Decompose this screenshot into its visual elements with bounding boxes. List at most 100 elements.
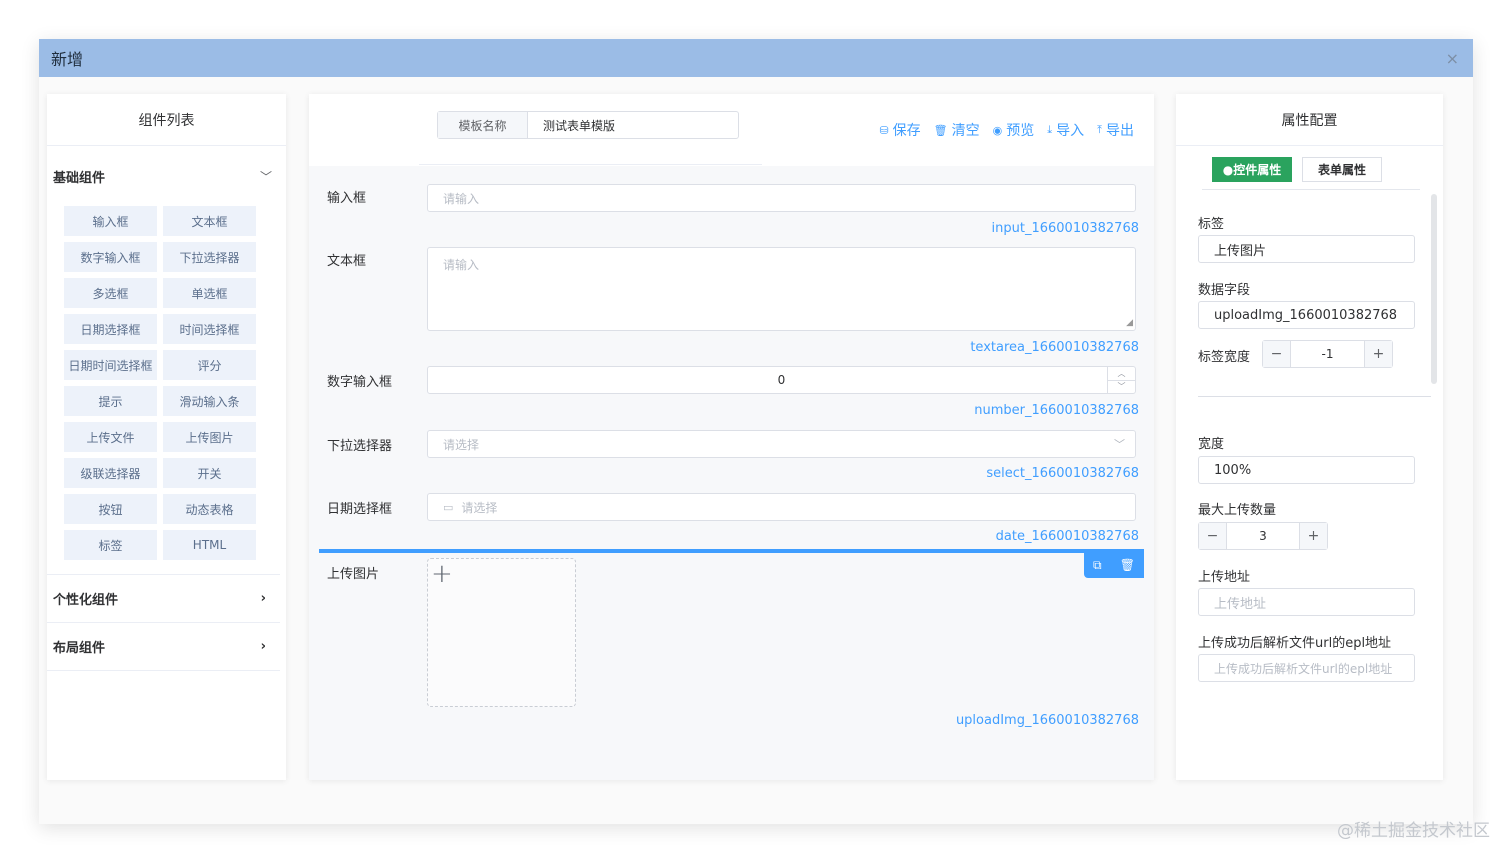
component-time[interactable]: 时间选择框 [163, 314, 256, 344]
field-id: number_1660010382768 [974, 403, 1139, 418]
component-dynamic-table[interactable]: 动态表格 [163, 494, 256, 524]
component-input[interactable]: 输入框 [64, 206, 157, 236]
number-value: 0 [777, 373, 786, 387]
component-slider[interactable]: 滑动输入条 [163, 386, 256, 416]
chevron-down-icon[interactable]: ﹀ [1108, 379, 1135, 394]
component-date[interactable]: 日期选择框 [64, 314, 157, 344]
component-textarea[interactable]: 文本框 [163, 206, 256, 236]
field-id: date_1660010382768 [995, 529, 1139, 544]
download-icon: ⤓ [1047, 123, 1053, 136]
label-prop-label: 标签 [1198, 217, 1225, 232]
trash-icon: 🗑 [933, 123, 948, 137]
parse-url-input[interactable]: 上传成功后解析文件url的epl地址 [1198, 654, 1415, 682]
component-cascader[interactable]: 级联选择器 [64, 458, 157, 488]
property-panel: 属性配置 ●控件属性 表单属性 标签 上传图片 数据字段 uploadImg_1… [1176, 94, 1443, 780]
component-upload-image[interactable]: 上传图片 [163, 422, 256, 452]
clear-label: 清空 [951, 123, 980, 139]
clear-button[interactable]: 🗑 清空 [934, 120, 980, 140]
calendar-icon: ▭ [443, 500, 454, 514]
upload-url-label: 上传地址 [1198, 570, 1251, 585]
plus-icon[interactable]: + [1364, 341, 1392, 367]
chevron-down-icon: ﹀ [259, 169, 272, 184]
component-select[interactable]: 下拉选择器 [163, 242, 256, 272]
upload-url-input[interactable]: 上传地址 [1198, 588, 1415, 616]
export-label: 导出 [1106, 123, 1134, 139]
template-name-label: 模板名称 [438, 112, 528, 138]
input-field[interactable]: 请输入 [427, 184, 1136, 212]
property-panel-title: 属性配置 [1176, 94, 1443, 146]
property-tabs: ●控件属性 表单属性 [1202, 154, 1420, 190]
component-list-panel: 组件列表 基础组件 ﹀ 输入框 文本框 数字输入框 下拉选择器 多选框 单选框 … [47, 94, 286, 780]
component-switch[interactable]: 开关 [163, 458, 256, 488]
form-canvas-panel: 模板名称 测试表单模版 ⛁ 保存 🗑 清空 ◉ 预览 ⤓ 导入 ⤒ 导出 输入框 请输入 … [309, 94, 1154, 780]
field-id: uploadImg_1660010382768 [955, 713, 1139, 728]
watermark: @稀土掘金技术社区 [1337, 821, 1490, 841]
preview-button[interactable]: ◉ 预览 [993, 120, 1035, 140]
component-number[interactable]: 数字输入框 [64, 242, 157, 272]
minus-icon[interactable]: − [1263, 341, 1291, 367]
field-label: 文本框 [327, 254, 367, 269]
minus-icon[interactable]: − [1199, 523, 1227, 549]
max-upload-label: 最大上传数量 [1198, 503, 1277, 518]
plus-icon[interactable]: + [1299, 523, 1327, 549]
component-checkbox[interactable]: 多选框 [64, 278, 157, 308]
label-width-stepper[interactable]: − -1 + [1262, 340, 1393, 368]
select-placeholder: 请选择 [443, 437, 480, 452]
tab-control-properties[interactable]: ●控件属性 [1212, 157, 1292, 182]
component-list-title: 组件列表 [47, 94, 286, 146]
label-width-label: 标签宽度 [1198, 350, 1251, 365]
label-width-value: -1 [1321, 347, 1334, 361]
field-label: 数字输入框 [327, 375, 393, 390]
chevron-up-icon[interactable]: ︿ [1108, 367, 1135, 380]
label-input[interactable]: 上传图片 [1198, 235, 1415, 263]
template-name-field: 模板名称 测试表单模版 [437, 111, 739, 139]
component-button[interactable]: 按钮 [64, 494, 157, 524]
tab-form-properties[interactable]: 表单属性 [1302, 157, 1382, 182]
field-label: 下拉选择器 [327, 439, 393, 454]
basic-group-header[interactable]: 基础组件 ﹀ [47, 152, 286, 200]
component-datetime[interactable]: 日期时间选择框 [64, 350, 157, 380]
layout-group-header[interactable]: 布局组件 › [47, 623, 280, 671]
number-input[interactable]: 0 ︿ ﹀ [427, 366, 1136, 394]
close-icon[interactable]: × [1446, 49, 1459, 68]
canvas-toolbar-area: 模板名称 测试表单模版 ⛁ 保存 🗑 清空 ◉ 预览 ⤓ 导入 ⤒ 导出 [309, 94, 1154, 166]
custom-group-header[interactable]: 个性化组件 › [47, 575, 280, 623]
component-rate[interactable]: 评分 [163, 350, 256, 380]
date-placeholder: 请选择 [461, 500, 498, 515]
template-name-input[interactable]: 测试表单模版 [528, 112, 738, 138]
field-label: 输入框 [327, 191, 367, 206]
resize-grip-icon[interactable]: ◢ [1126, 319, 1133, 328]
textarea-field[interactable]: 请输入 ◢ [427, 247, 1136, 331]
parse-url-label: 上传成功后解析文件url的epl地址 [1198, 636, 1392, 651]
upload-image-box[interactable]: + [427, 558, 576, 707]
field-id: textarea_1660010382768 [970, 340, 1139, 355]
scrollbar[interactable] [1431, 194, 1437, 384]
dialog-title: 新增 [51, 50, 84, 69]
delete-icon[interactable]: 🗑 [1120, 558, 1135, 572]
width-input[interactable]: 100% [1198, 456, 1415, 484]
component-radio[interactable]: 单选框 [163, 278, 256, 308]
component-upload-file[interactable]: 上传文件 [64, 422, 157, 452]
eye-icon: ◉ [992, 123, 1003, 137]
save-label: 保存 [892, 123, 921, 139]
field-label: 日期选择框 [327, 502, 393, 517]
data-field-input[interactable]: uploadImg_1660010382768 [1198, 301, 1415, 329]
field-id: select_1660010382768 [986, 466, 1139, 481]
component-alert[interactable]: 提示 [64, 386, 157, 416]
copy-icon[interactable]: ⧉ [1093, 558, 1102, 573]
date-field[interactable]: ▭ 请选择 [427, 493, 1136, 521]
component-html[interactable]: HTML [163, 530, 256, 560]
data-field-label: 数据字段 [1198, 283, 1251, 298]
component-tag[interactable]: 标签 [64, 530, 157, 560]
save-button[interactable]: ⛁ 保存 [879, 120, 920, 140]
plus-icon: + [431, 559, 453, 589]
dialog-header: 新增 × [39, 39, 1473, 77]
import-button[interactable]: ⤓ 导入 [1047, 120, 1084, 140]
chevron-right-icon: › [260, 639, 266, 654]
dialog: 新增 × 组件列表 基础组件 ﹀ 输入框 文本框 数字输入框 下拉选择器 多选框… [39, 39, 1473, 824]
chevron-down-icon: ﹀ [1114, 438, 1125, 451]
export-button[interactable]: ⤒ 导出 [1097, 120, 1134, 140]
max-upload-stepper[interactable]: − 3 + [1198, 522, 1328, 550]
select-field[interactable]: 请选择 ﹀ [427, 430, 1136, 458]
database-icon: ⛁ [879, 123, 889, 137]
